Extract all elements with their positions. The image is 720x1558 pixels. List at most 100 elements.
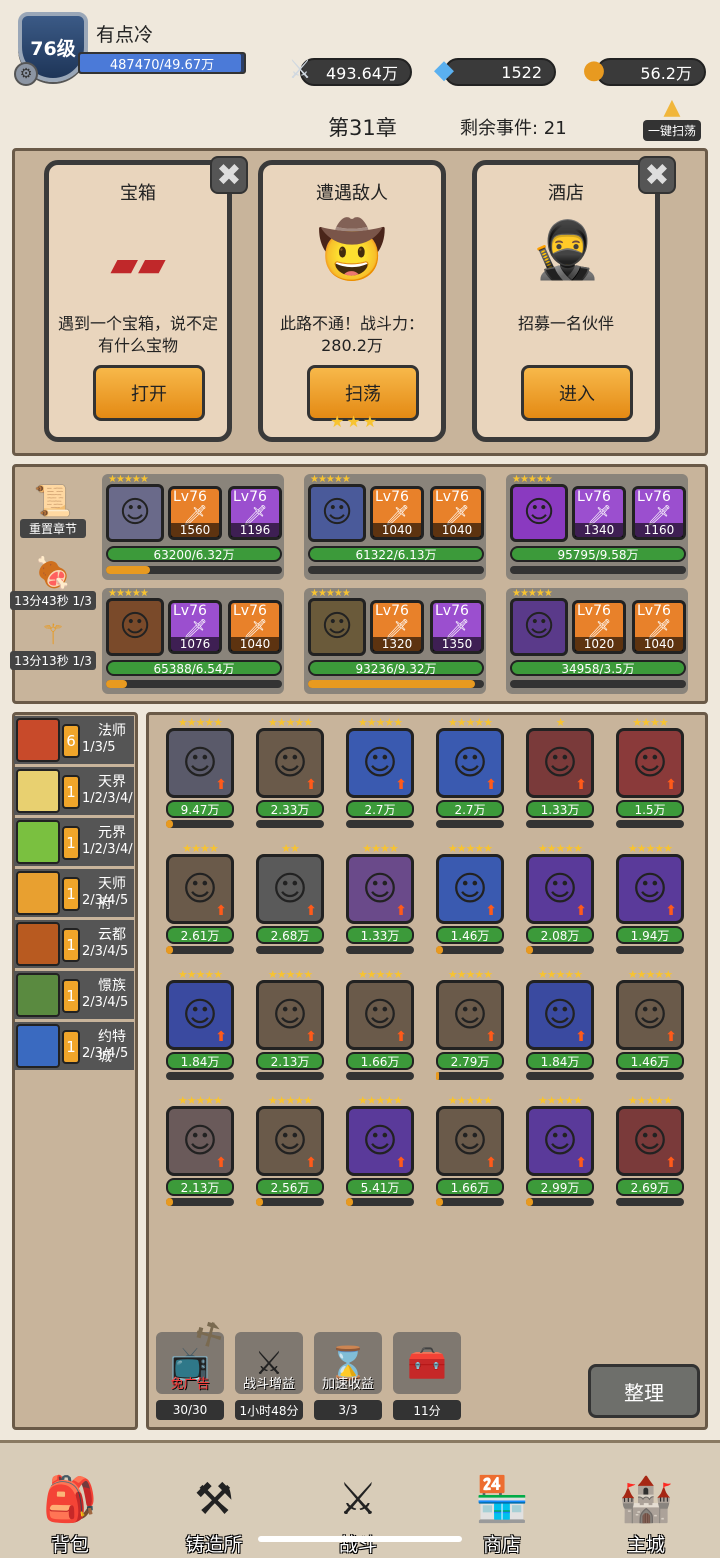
hero-portrait[interactable]: ☺ bbox=[510, 484, 568, 542]
hero-portrait[interactable]: ☺ bbox=[106, 484, 164, 542]
hero-card[interactable]: ★★★★ ☺ ⬆ 1.5万 bbox=[614, 716, 686, 830]
synergy-row[interactable]: 1 憬族 2/3/4/5 bbox=[16, 973, 134, 1017]
hero-card[interactable]: ★★★★★ ☺ ⬆ 1.66万 bbox=[434, 1094, 506, 1208]
hero-portrait[interactable]: ☺ bbox=[106, 598, 164, 656]
hero-card[interactable]: ★★★★★ ☺ ⬆ 2.99万 bbox=[524, 1094, 596, 1208]
team-slot[interactable]: ★★★★★ ☺ Lv76 🗡 1340 Lv76 🗡 1160 95795/9.58万 bbox=[506, 474, 688, 580]
synergy-row[interactable]: 1 天师府 2/3/4/5 bbox=[16, 871, 134, 915]
enter-button[interactable]: 进入 bbox=[521, 365, 633, 421]
team-slot[interactable]: ★★★★★ ☺ Lv76 🗡 1076 Lv76 🗡 1040 65388/6.54万 bbox=[102, 588, 284, 694]
synergy-row[interactable]: 1 约特城 2/3/4/5 bbox=[16, 1024, 134, 1068]
weapon-slot[interactable]: Lv76 🗡 1160 bbox=[632, 486, 686, 540]
hero-card[interactable]: ★★★★ ☺ ⬆ 2.61万 bbox=[164, 842, 236, 956]
hero-card[interactable]: ★★★★★ ☺ ⬆ 2.7万 bbox=[434, 716, 506, 830]
hero-face-icon: ☺ bbox=[272, 743, 308, 783]
hero-card[interactable]: ★★★★★ ☺ ⬆ 2.69万 bbox=[614, 1094, 686, 1208]
weapon-slot[interactable]: Lv76 🗡 1320 bbox=[370, 600, 424, 654]
hero-face-icon: ☺ bbox=[182, 869, 218, 909]
energy-bar bbox=[308, 566, 484, 574]
tool-button[interactable]: ⌛ 加速收益 bbox=[314, 1332, 382, 1394]
team-slot[interactable]: ★★★★★ ☺ Lv76 🗡 1040 Lv76 🗡 1040 61322/6.13万 bbox=[304, 474, 486, 580]
synergy-row[interactable]: 6 法师 1/3/5 bbox=[16, 718, 134, 762]
hero-card[interactable]: ★★★★★ ☺ ⬆ 1.46万 bbox=[614, 968, 686, 1082]
weapon-slot[interactable]: Lv76 🗡 1560 bbox=[168, 486, 222, 540]
hero-card[interactable]: ★★★★★ ☺ ⬆ 2.13万 bbox=[254, 968, 326, 1082]
settings-gear-icon[interactable]: ⚙ bbox=[14, 62, 38, 86]
tool-button[interactable]: ⚔ 战斗增益 bbox=[235, 1332, 303, 1394]
energy-bar bbox=[436, 1198, 504, 1206]
tool-overlay-label: 免广告 bbox=[170, 1377, 210, 1392]
hero-card[interactable]: ★★★★★ ☺ ⬆ 5.41万 bbox=[344, 1094, 416, 1208]
hero-card[interactable]: ★★★★★ ☺ ⬆ 2.33万 bbox=[254, 716, 326, 830]
upgrade-arrow-icon: ⬆ bbox=[395, 903, 407, 919]
hero-face-icon: ☺ bbox=[182, 995, 218, 1035]
hero-card[interactable]: ★★★★★ ☺ ⬆ 2.08万 bbox=[524, 842, 596, 956]
hero-face-icon: ☺ bbox=[632, 743, 668, 783]
hero-portrait: ☺ ⬆ bbox=[616, 854, 684, 924]
hero-card[interactable]: ★★★★★ ☺ ⬆ 1.84万 bbox=[164, 968, 236, 1082]
tool-button[interactable]: 🧰 bbox=[393, 1332, 461, 1394]
synergy-row[interactable]: 1 元界 1/2/3/4/ bbox=[16, 820, 134, 864]
event-title: 酒店 bbox=[548, 183, 584, 204]
energy-bar bbox=[510, 680, 686, 688]
hero-card[interactable]: ★★★★★ ☺ ⬆ 1.66万 bbox=[344, 968, 416, 1082]
hero-portrait[interactable]: ☺ bbox=[510, 598, 568, 656]
team-slot[interactable]: ★★★★★ ☺ Lv76 🗡 1320 Lv76 🗡 1350 93236/9.32万 bbox=[304, 588, 486, 694]
weapon-slot[interactable]: Lv76 🗡 1040 bbox=[370, 486, 424, 540]
close-icon[interactable]: ✖ bbox=[210, 156, 248, 194]
synergy-row[interactable]: 1 天界 1/2/3/4/ bbox=[16, 769, 134, 813]
weapon-slot[interactable]: Lv76 🗡 1040 bbox=[228, 600, 282, 654]
event-title: 宝箱 bbox=[120, 183, 156, 204]
nav-shop[interactable]: 🏪 商店 bbox=[450, 1470, 554, 1556]
hero-card[interactable]: ★★★★★ ☺ ⬆ 2.79万 bbox=[434, 968, 506, 1082]
weapon-slot[interactable]: Lv76 🗡 1040 bbox=[430, 486, 484, 540]
hp-bar: 34958/3.5万 bbox=[510, 660, 686, 676]
hero-power: 1.66万 bbox=[436, 1178, 504, 1196]
weapon-slot[interactable]: Lv76 🗡 1020 bbox=[572, 600, 626, 654]
synergy-row[interactable]: 1 云都 2/3/4/5 bbox=[16, 922, 134, 966]
synergy-icon bbox=[16, 718, 60, 762]
energy-bar bbox=[256, 1198, 324, 1206]
hero-card[interactable]: ★★★★★ ☺ ⬆ 1.84万 bbox=[524, 968, 596, 1082]
power-value: 493.64万 bbox=[326, 64, 398, 83]
hero-card[interactable]: ★ ☺ ⬆ 1.33万 bbox=[524, 716, 596, 830]
hero-portrait[interactable]: ☺ bbox=[308, 484, 366, 542]
energy-bar bbox=[346, 1072, 414, 1080]
reset-chapter-button[interactable]: 📜 重置章节 bbox=[20, 484, 86, 538]
hero-card[interactable]: ★★★★★ ☺ ⬆ 1.46万 bbox=[434, 842, 506, 956]
hero-card[interactable]: ★★★★★ ☺ ⬆ 1.94万 bbox=[614, 842, 686, 956]
nav-label: 铸造所 bbox=[185, 1534, 243, 1556]
hero-card[interactable]: ★★★★★ ☺ ⬆ 2.7万 bbox=[344, 716, 416, 830]
team-slot[interactable]: ★★★★★ ☺ Lv76 🗡 1020 Lv76 🗡 1040 34958/3.5万 bbox=[506, 588, 688, 694]
event-title: 遭遇敌人 bbox=[316, 183, 388, 204]
weapon-slot[interactable]: Lv76 🗡 1350 bbox=[430, 600, 484, 654]
hero-card[interactable]: ★★★★ ☺ ⬆ 1.33万 bbox=[344, 842, 416, 956]
hero-power: 2.7万 bbox=[436, 800, 504, 818]
hero-card[interactable]: ★★ ☺ ⬆ 2.68万 bbox=[254, 842, 326, 956]
upgrade-arrow-icon: ⬆ bbox=[305, 903, 317, 919]
hero-face-icon: ☺ bbox=[272, 995, 308, 1035]
weapon-slot[interactable]: Lv76 🗡 1040 bbox=[632, 600, 686, 654]
upgrade-arrow-icon: ⬆ bbox=[665, 1029, 677, 1045]
energy-bar bbox=[526, 1072, 594, 1080]
nav-castle[interactable]: 🏰 主城 bbox=[594, 1470, 698, 1556]
close-icon[interactable]: ✖ bbox=[638, 156, 676, 194]
nav-label: 战斗 bbox=[338, 1534, 377, 1556]
weapon-slot[interactable]: Lv76 🗡 1340 bbox=[572, 486, 626, 540]
sweep-all-button[interactable]: ▲ 一键扫荡 bbox=[643, 96, 701, 141]
hero-card[interactable]: ★★★★★ ☺ ⬆ 9.47万 bbox=[164, 716, 236, 830]
tidy-button[interactable]: 整理 bbox=[588, 1364, 700, 1418]
home-indicator[interactable] bbox=[258, 1536, 462, 1542]
nav-bag[interactable]: 🎒 背包 bbox=[18, 1470, 122, 1556]
meat-timer-button[interactable]: 🍖 13分43秒 1/3 bbox=[10, 556, 96, 610]
hero-card[interactable]: ★★★★★ ☺ ⬆ 2.13万 bbox=[164, 1094, 236, 1208]
nav-anvil[interactable]: ⚒ 铸造所 bbox=[162, 1470, 266, 1556]
staff-timer-button[interactable]: ⚚ 13分13秒 1/3 bbox=[10, 618, 96, 670]
hero-card[interactable]: ★★★★★ ☺ ⬆ 2.56万 bbox=[254, 1094, 326, 1208]
team-slot[interactable]: ★★★★★ ☺ Lv76 🗡 1560 Lv76 🗡 1196 63200/6.32万 bbox=[102, 474, 284, 580]
hero-portrait: ☺ ⬆ bbox=[256, 980, 324, 1050]
weapon-slot[interactable]: Lv76 🗡 1196 bbox=[228, 486, 282, 540]
open-button[interactable]: 打开 bbox=[93, 365, 205, 421]
hero-portrait[interactable]: ☺ bbox=[308, 598, 366, 656]
weapon-slot[interactable]: Lv76 🗡 1076 bbox=[168, 600, 222, 654]
